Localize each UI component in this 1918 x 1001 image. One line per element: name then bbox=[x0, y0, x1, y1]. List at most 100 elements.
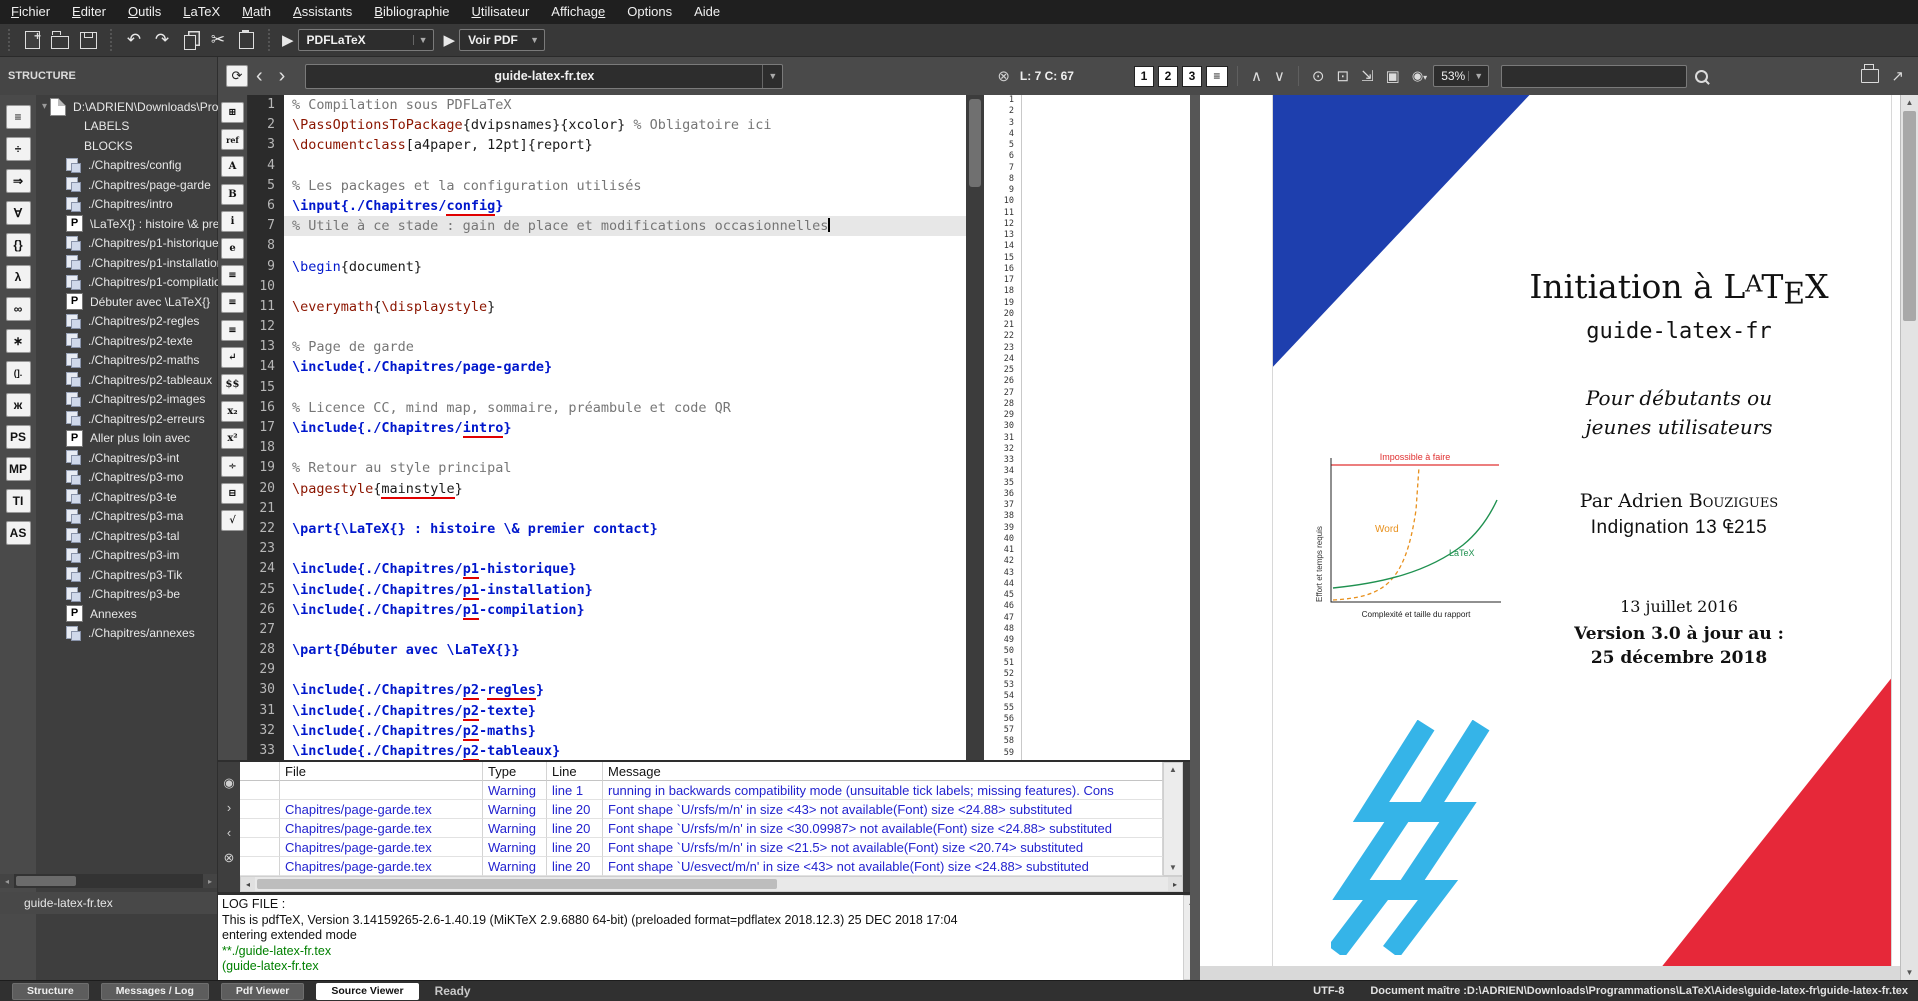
code-line[interactable] bbox=[284, 156, 966, 176]
compiler-dropdown[interactable]: PDFLaTeX ▼ bbox=[298, 29, 434, 51]
refresh-structure-icon[interactable]: ⟳ bbox=[226, 65, 248, 87]
superscript-icon[interactable]: x² bbox=[221, 428, 244, 449]
search-icon[interactable] bbox=[1695, 70, 1708, 83]
stop-icon[interactable]: ⊗ bbox=[224, 845, 235, 870]
pdf-horizontal-scrollbar[interactable] bbox=[1200, 966, 1900, 980]
pdf-splitter[interactable] bbox=[1190, 95, 1200, 980]
code-line[interactable]: \documentclass[a4paper, 12pt]{report} bbox=[284, 135, 966, 155]
zoom-level-dropdown[interactable]: 53% ▼ bbox=[1433, 65, 1489, 87]
run-compile-button[interactable]: ▶ bbox=[282, 31, 294, 49]
code-line[interactable]: \include{./Chapitres/p1-installation} bbox=[284, 580, 966, 600]
greek-letters-icon[interactable]: λ bbox=[6, 265, 31, 289]
menu-editer[interactable]: Editer bbox=[61, 0, 117, 24]
pdf-pages-per-row-button[interactable]: 2 bbox=[1158, 66, 1178, 87]
misc-symbols-icon[interactable]: ∗ bbox=[6, 329, 31, 353]
tree-item[interactable]: ▾D:\ADRIEN\Downloads\Programmations\LaTe… bbox=[36, 97, 218, 117]
code-line[interactable]: \include{./Chapitres/p1-historique} bbox=[284, 559, 966, 579]
editor-vertical-scrollbar[interactable] bbox=[966, 95, 984, 762]
tree-item[interactable]: PAnnexes bbox=[36, 604, 218, 624]
menu-options[interactable]: Options bbox=[616, 0, 683, 24]
open-file-list-item[interactable]: guide-latex-fr.tex bbox=[0, 892, 217, 914]
tree-item[interactable]: ./Chapitres/p2-erreurs bbox=[36, 409, 218, 429]
save-icon[interactable] bbox=[75, 28, 101, 52]
toolbar-grip[interactable] bbox=[267, 29, 271, 51]
pstricks-icon[interactable]: PS bbox=[6, 425, 31, 449]
tree-item[interactable]: ./Chapitres/p3-im bbox=[36, 546, 218, 566]
tree-item[interactable]: ./Chapitres/p3-te bbox=[36, 487, 218, 507]
code-line[interactable] bbox=[284, 277, 966, 297]
run-view-button[interactable]: ▶ bbox=[444, 31, 456, 49]
zoom-original-icon[interactable]: ⊙ bbox=[1312, 67, 1325, 85]
scrollbar-thumb[interactable] bbox=[257, 879, 777, 889]
asymptote-icon[interactable]: AS bbox=[6, 521, 31, 545]
next-error-icon[interactable]: › bbox=[227, 795, 231, 820]
code-line[interactable]: % Licence CC, mind map, sommaire, préamb… bbox=[284, 398, 966, 418]
code-line[interactable] bbox=[284, 236, 966, 256]
code-line[interactable]: \part{\LaTeX{} : histoire \& premier con… bbox=[284, 519, 966, 539]
scroll-right-icon[interactable]: ▸ bbox=[1168, 877, 1182, 891]
relation-symbols-icon[interactable]: ÷ bbox=[6, 137, 31, 161]
new-document-icon[interactable] bbox=[19, 28, 45, 52]
scroll-up-icon[interactable]: ▲ bbox=[1901, 95, 1918, 110]
tree-item[interactable]: P\LaTeX{} : histoire \& premier contact bbox=[36, 214, 218, 234]
scroll-up-icon[interactable]: ▲ bbox=[1164, 763, 1182, 777]
tree-item[interactable]: ./Chapitres/p1-historique bbox=[36, 234, 218, 254]
code-line[interactable] bbox=[284, 317, 966, 337]
previous-document-icon[interactable]: ‹ bbox=[248, 66, 271, 86]
message-row[interactable]: Chapitres/page-garde.texWarningline 20Fo… bbox=[240, 857, 1163, 876]
misc-math-icon[interactable]: ∀ bbox=[6, 201, 31, 225]
code-line[interactable]: \part{Débuter avec \LaTeX{}} bbox=[284, 640, 966, 660]
menu-latex[interactable]: LaTeX bbox=[172, 0, 231, 24]
previous-error-icon[interactable]: ‹ bbox=[227, 820, 231, 845]
description-icon[interactable]: ≡ bbox=[221, 320, 244, 341]
code-line[interactable]: \include{./Chapitres/p1-compilation} bbox=[284, 600, 966, 620]
sqrt-icon[interactable]: √ bbox=[221, 510, 244, 531]
font-size-icon[interactable]: A bbox=[221, 156, 244, 177]
expander-icon[interactable]: ▾ bbox=[42, 101, 47, 112]
continuous-view-icon[interactable]: ≡ bbox=[1206, 66, 1228, 87]
tree-item[interactable]: ./Chapitres/config bbox=[36, 156, 218, 176]
message-row[interactable]: Chapitres/page-garde.texWarningline 20Fo… bbox=[240, 819, 1163, 838]
code-line[interactable]: % Utile à ce stade : gain de place et mo… bbox=[284, 216, 966, 236]
toolbar-grip[interactable] bbox=[7, 29, 11, 51]
pdf-search-input[interactable] bbox=[1501, 65, 1687, 88]
italic-icon[interactable]: i bbox=[221, 211, 244, 232]
code-line[interactable]: \begin{document} bbox=[284, 257, 966, 277]
tree-item[interactable]: PAller plus loin avec bbox=[36, 429, 218, 449]
code-line[interactable]: \include{./Chapitres/p2-texte} bbox=[284, 701, 966, 721]
metapost-icon[interactable]: MP bbox=[6, 457, 31, 481]
code-line[interactable]: \pagestyle{mainstyle} bbox=[284, 479, 966, 499]
panel-tab-pdf-viewer[interactable]: Pdf Viewer bbox=[221, 983, 305, 1000]
zoom-selection-icon[interactable]: ⊡ bbox=[1336, 67, 1349, 85]
tree-item[interactable]: ./Chapitres/p3-mo bbox=[36, 468, 218, 488]
presentation-mode-icon[interactable]: ◉▾ bbox=[1412, 68, 1427, 84]
scroll-down-icon[interactable]: ▼ bbox=[1901, 965, 1918, 980]
label-ref-icon[interactable]: ref bbox=[221, 129, 244, 150]
tree-item[interactable]: PDébuter avec \LaTeX{} bbox=[36, 292, 218, 312]
fit-width-icon[interactable]: ⇲ bbox=[1361, 67, 1374, 85]
menu-outils[interactable]: Outils bbox=[117, 0, 172, 24]
unicode-symbols-icon[interactable]: ж bbox=[6, 393, 31, 417]
scrollbar-thumb[interactable] bbox=[969, 99, 981, 187]
code-editor[interactable]: % Compilation sous PDFLaTeX\PassOptionsT… bbox=[284, 95, 966, 762]
menu-math[interactable]: Math bbox=[231, 0, 282, 24]
tree-item[interactable]: ./Chapitres/p3-ma bbox=[36, 507, 218, 527]
menu-bibliographie[interactable]: Bibliographie bbox=[363, 0, 460, 24]
enumerate-icon[interactable]: ≡ bbox=[221, 292, 244, 313]
source-viewer-pane[interactable] bbox=[1022, 95, 1190, 760]
menu-fichier[interactable]: Fichier bbox=[0, 0, 61, 24]
menu-affichage[interactable]: Affichage bbox=[540, 0, 616, 24]
toggle-log-icon[interactable]: ◉ bbox=[223, 770, 234, 795]
pdf-pages-per-row-button[interactable]: 3 bbox=[1182, 66, 1202, 87]
redo-icon[interactable]: ↷ bbox=[149, 28, 175, 52]
message-row[interactable]: Warningline 1running in backwards compat… bbox=[240, 781, 1163, 800]
panel-tab-source-viewer[interactable]: Source Viewer bbox=[316, 983, 418, 1000]
open-file-dropdown[interactable]: guide-latex-fr.tex ▼ bbox=[305, 64, 783, 89]
message-row[interactable]: Chapitres/page-garde.texWarningline 20Fo… bbox=[240, 800, 1163, 819]
tree-item[interactable]: ./Chapitres/p3-be bbox=[36, 585, 218, 605]
code-line[interactable] bbox=[284, 539, 966, 559]
next-document-icon[interactable]: › bbox=[271, 66, 294, 86]
tree-item[interactable]: ./Chapitres/annexes bbox=[36, 624, 218, 644]
code-line[interactable]: \include{./Chapitres/p2-regles} bbox=[284, 680, 966, 700]
tree-item[interactable]: ./Chapitres/intro bbox=[36, 195, 218, 215]
